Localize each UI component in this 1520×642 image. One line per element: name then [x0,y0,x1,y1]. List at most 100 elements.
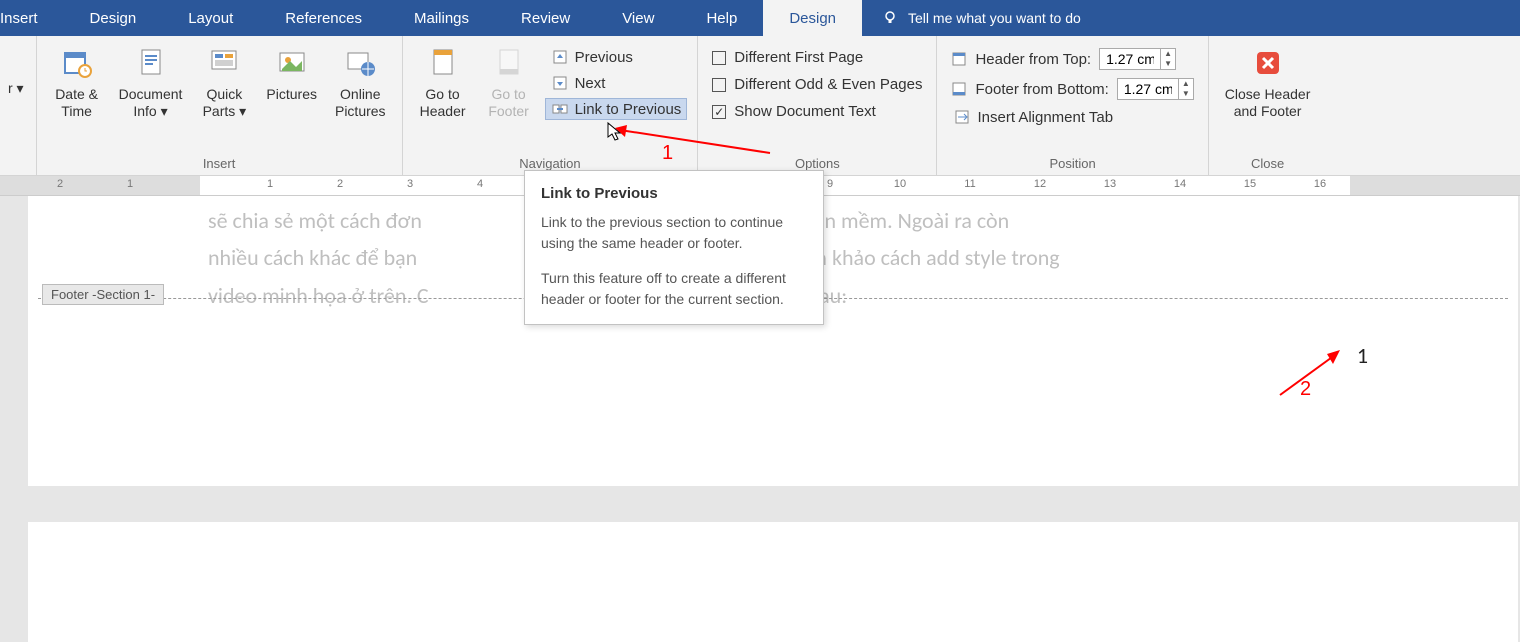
checkbox-empty-icon [712,51,726,65]
ruler-tick: 13 [1104,178,1116,190]
next-icon [551,74,569,92]
tooltip-title: Link to Previous [541,185,807,202]
page-number[interactable]: 1 [1357,342,1368,369]
online-pictures-icon [343,46,377,80]
tab-review[interactable]: Review [495,0,596,36]
link-to-previous-button[interactable]: Link to Previous [545,98,688,120]
link-to-previous-label: Link to Previous [575,101,682,118]
link-icon [551,100,569,118]
header-from-top-input[interactable] [1100,49,1160,69]
footer-section-tag: Footer -Section 1- [42,284,164,305]
tooltip-body-1: Link to the previous section to continue… [541,212,807,254]
tab-design[interactable]: Design [64,0,163,36]
show-document-text-label: Show Document Text [734,103,875,120]
pictures-button[interactable]: Pictures [260,42,323,107]
goto-header-label: Go to Header [420,86,466,120]
tab-mailings[interactable]: Mailings [388,0,495,36]
goto-header-icon [426,46,460,80]
header-top-icon [951,51,967,67]
goto-header-button[interactable]: Go to Header [413,42,473,124]
ruler-tick: 12 [1034,178,1046,190]
date-time-label: Date & Time [55,86,98,120]
goto-footer-button: Go to Footer [479,42,539,124]
document-info-label: Document Info [119,86,183,119]
footer-from-bottom-spinner[interactable]: ▲▼ [1117,78,1194,100]
ruler-tick: 10 [894,178,906,190]
group-position: Header from Top: ▲▼ Footer from Bottom: … [937,36,1208,175]
pictures-label: Pictures [266,86,317,103]
insert-alignment-tab-button[interactable]: Insert Alignment Tab [947,106,1197,128]
document-page-next[interactable] [28,522,1518,642]
left-crop-button[interactable]: r ▾ [2,42,30,101]
close-header-footer-label: Close Header and Footer [1225,86,1311,120]
document-info-icon [134,46,168,80]
show-document-text-checkbox[interactable]: ✓ Show Document Text [708,100,926,123]
different-odd-even-checkbox[interactable]: Different Odd & Even Pages [708,73,926,96]
spinner-down-icon[interactable]: ▼ [1161,59,1175,69]
footer-from-bottom-input[interactable] [1118,79,1178,99]
pictures-icon [275,46,309,80]
checkbox-empty-icon [712,78,726,92]
ruler-tick: 2 [57,178,63,190]
group-close-label: Close [1219,152,1317,173]
ruler-tick: 9 [827,178,833,190]
document-info-button[interactable]: Document Info ▾ [113,42,189,124]
calendar-icon [60,46,94,80]
different-first-page-label: Different First Page [734,49,863,66]
ruler-tick: 14 [1174,178,1186,190]
close-header-footer-button[interactable]: Close Header and Footer [1219,42,1317,124]
goto-footer-icon [492,46,526,80]
previous-icon [551,48,569,66]
spinner-up-icon[interactable]: ▲ [1161,49,1175,59]
quick-parts-label: Quick Parts [203,86,243,119]
group-position-label: Position [947,152,1197,173]
different-first-page-checkbox[interactable]: Different First Page [708,46,926,69]
header-from-top-spinner[interactable]: ▲▼ [1099,48,1176,70]
tab-view[interactable]: View [596,0,680,36]
quick-parts-icon [207,46,241,80]
link-to-previous-tooltip: Link to Previous Link to the previous se… [524,170,824,325]
group-options: Different First Page Different Odd & Eve… [698,36,937,175]
spinner-up-icon[interactable]: ▲ [1179,79,1193,89]
spinner-down-icon[interactable]: ▼ [1179,89,1193,99]
group-close: Close Header and Footer Close [1209,36,1327,175]
online-pictures-label: Online Pictures [335,86,386,120]
next-label: Next [575,75,606,92]
ruler-tick: 4 [477,178,483,190]
group-insert: Date & Time Document Info ▾ Quick Parts … [37,36,403,175]
quick-parts-button[interactable]: Quick Parts ▾ [194,42,254,124]
tab-layout[interactable]: Layout [162,0,259,36]
insert-alignment-tab-label: Insert Alignment Tab [977,109,1113,126]
close-icon [1251,46,1285,80]
ruler-tick: 11 [964,178,975,190]
lightbulb-icon [882,10,898,26]
group-insert-label: Insert [47,152,392,173]
ribbon: r ▾ Date & Time Document Info ▾ [0,36,1520,176]
next-button[interactable]: Next [545,72,688,94]
different-odd-even-label: Different Odd & Even Pages [734,76,922,93]
tab-hf-design[interactable]: Design [763,0,862,36]
online-pictures-button[interactable]: Online Pictures [329,42,392,124]
footer-bottom-icon [951,81,967,97]
tell-me-search[interactable]: Tell me what you want to do [862,0,1081,36]
goto-footer-label: Go to Footer [488,86,528,120]
ruler-tick: 16 [1314,178,1326,190]
header-from-top-label: Header from Top: [975,51,1091,68]
ruler-tick: 1 [267,178,273,190]
tell-me-label: Tell me what you want to do [908,10,1081,26]
previous-label: Previous [575,49,633,66]
ruler-tick: 1 [127,178,133,190]
checkbox-checked-icon: ✓ [712,105,726,119]
ruler-tick: 3 [407,178,413,190]
ruler-tick: 15 [1244,178,1256,190]
date-time-button[interactable]: Date & Time [47,42,107,124]
previous-button[interactable]: Previous [545,46,688,68]
alignment-tab-icon [953,108,971,126]
tab-insert[interactable]: Insert [0,0,64,36]
tab-help[interactable]: Help [680,0,763,36]
main-tabs: Insert Design Layout References Mailings… [0,0,1520,36]
tooltip-body-2: Turn this feature off to create a differ… [541,268,807,310]
ruler-tick: 2 [337,178,343,190]
tab-references[interactable]: References [259,0,388,36]
group-navigation: Go to Header Go to Footer Previous Next [403,36,699,175]
